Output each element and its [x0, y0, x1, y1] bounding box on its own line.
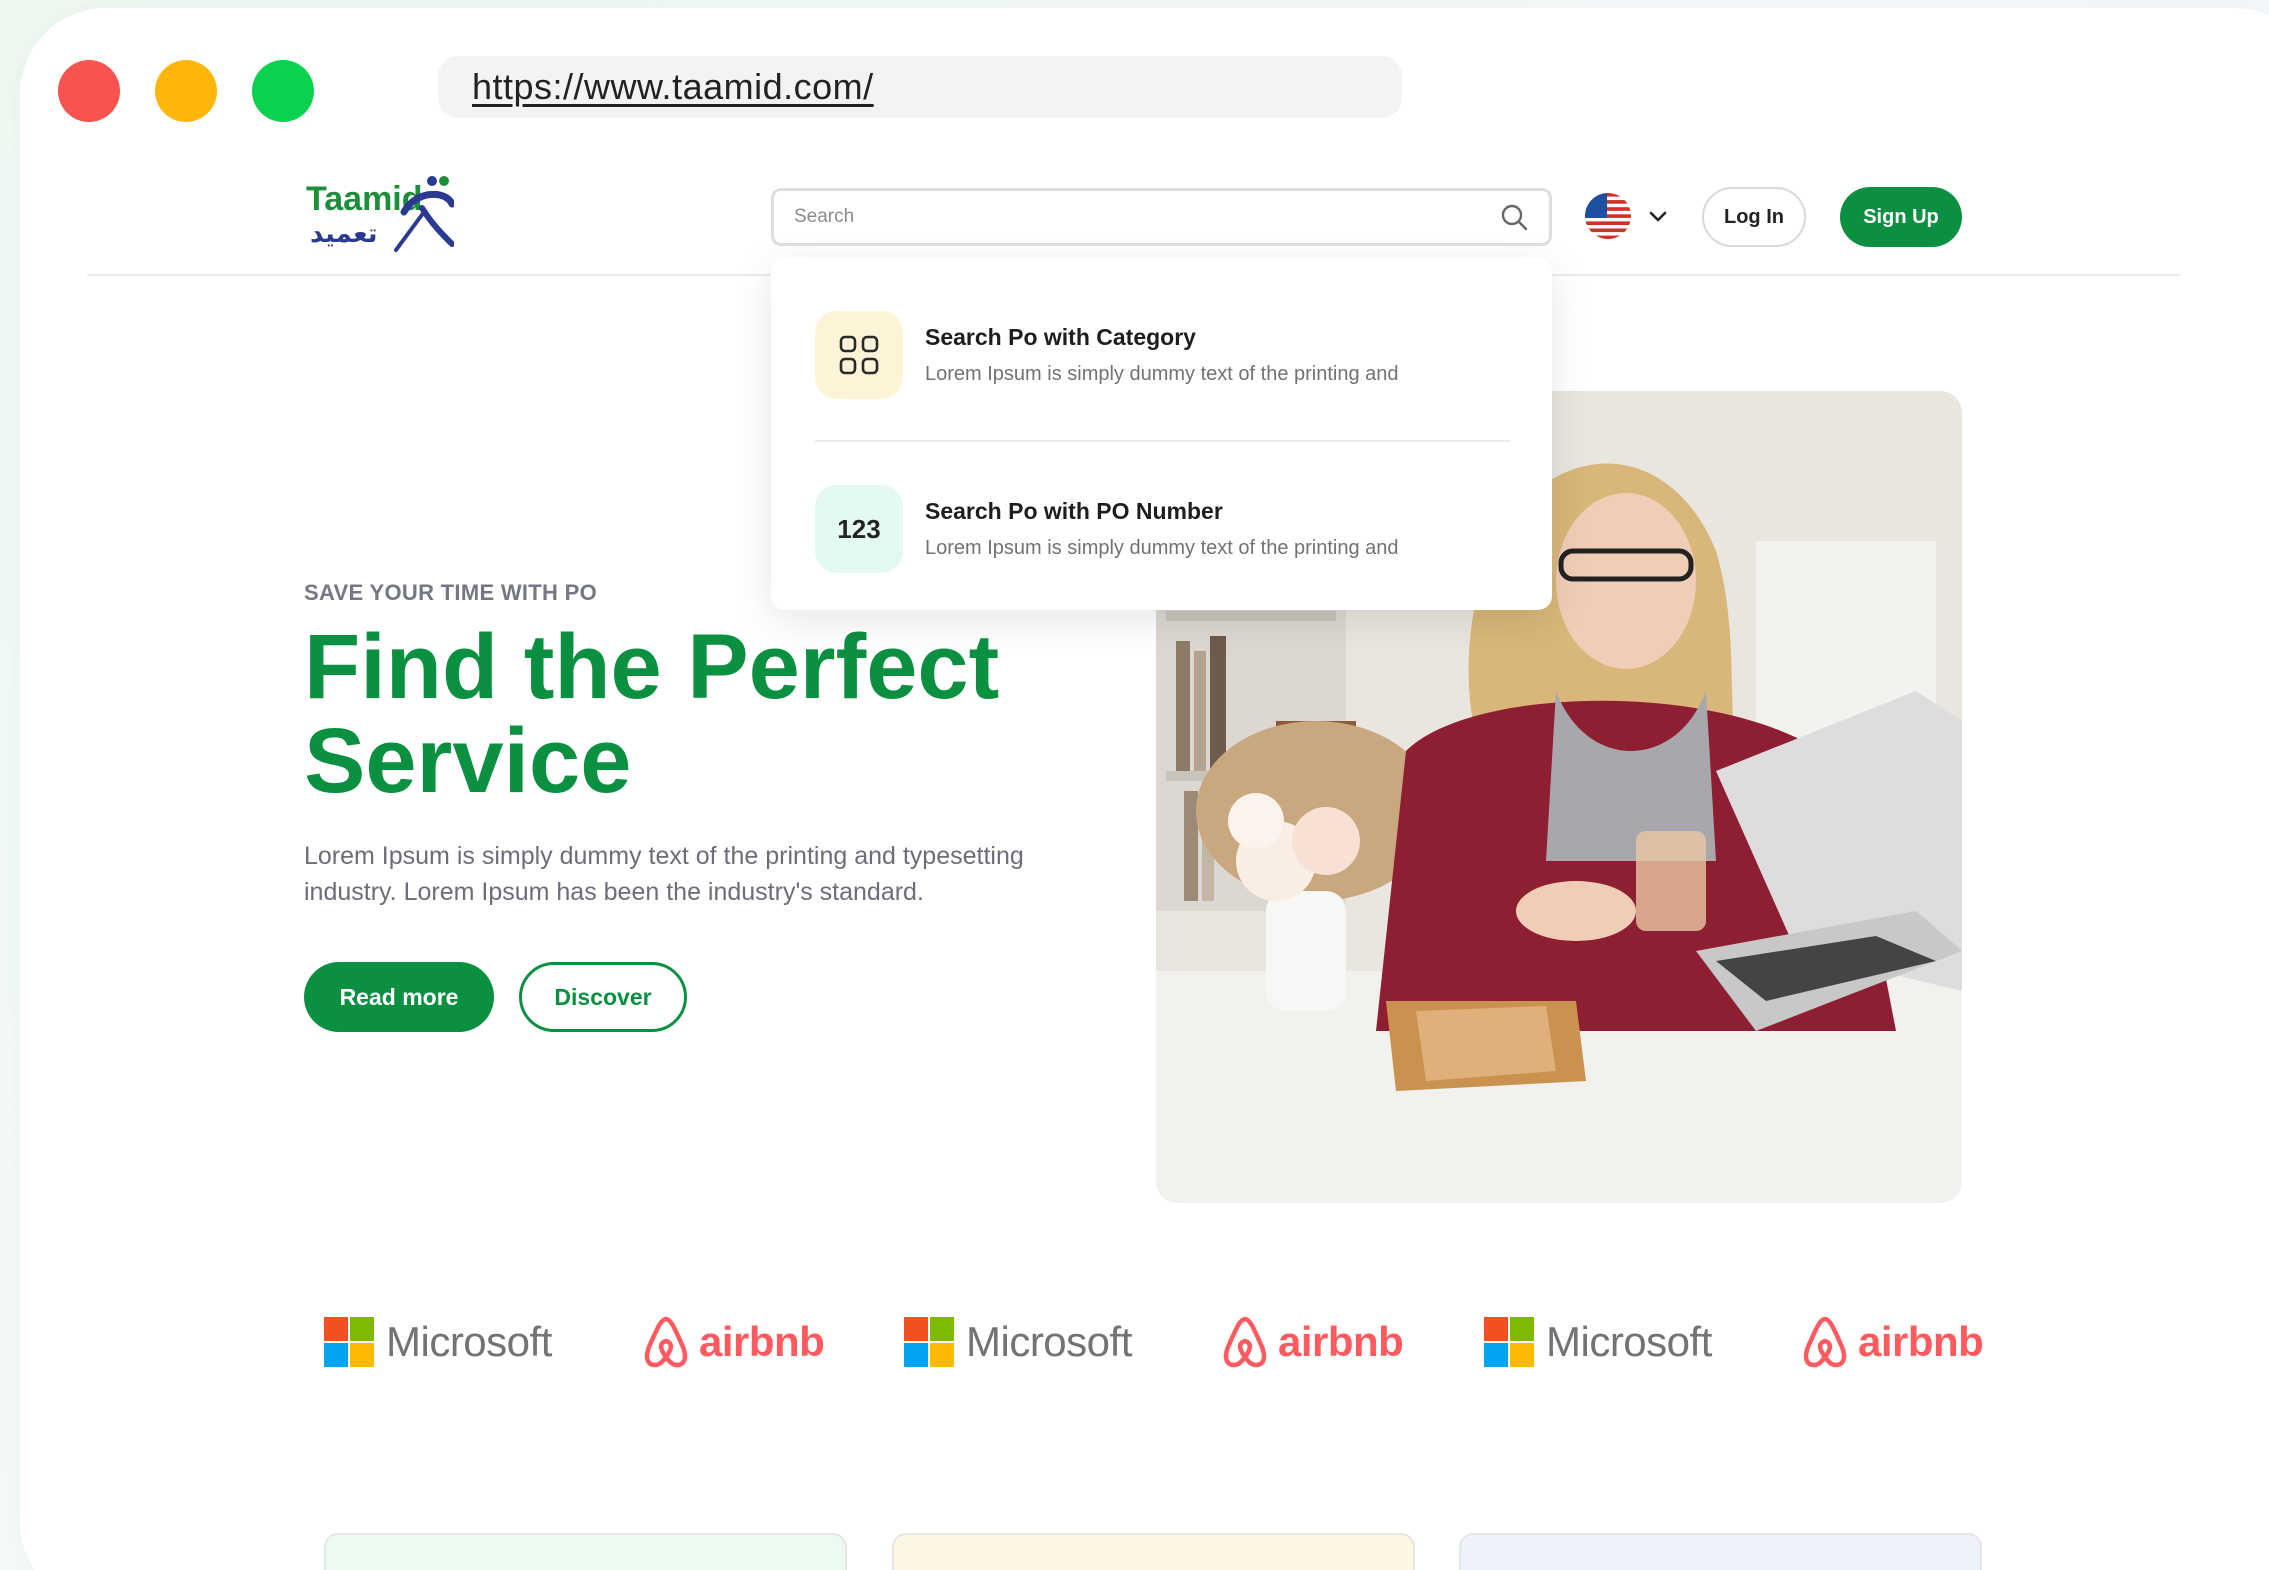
partner-logo-microsoft: Microsoft — [324, 1312, 552, 1372]
number-icon: 123 — [815, 485, 903, 573]
hero-title-line1: Find the Perfect — [304, 616, 1000, 718]
us-flag-icon[interactable] — [1585, 193, 1631, 239]
address-bar[interactable]: https://www.taamid.com/ — [438, 56, 1402, 118]
partner-name: airbnb — [699, 1318, 825, 1365]
feature-card[interactable] — [892, 1533, 1415, 1570]
signup-button[interactable]: Sign Up — [1840, 187, 1962, 247]
partner-name: airbnb — [1858, 1318, 1984, 1365]
partner-name: airbnb — [1278, 1318, 1404, 1365]
airbnb-icon — [1223, 1316, 1267, 1368]
hero-description: Lorem Ipsum is simply dummy text of the … — [304, 842, 1024, 906]
url-text: https://www.taamid.com/ — [472, 66, 874, 107]
partner-logo-airbnb: airbnb — [1800, 1312, 1984, 1372]
feature-card[interactable] — [1459, 1533, 1982, 1570]
minimize-window-dot[interactable] — [155, 60, 217, 122]
search-icon[interactable] — [1499, 202, 1529, 232]
microsoft-icon — [324, 1317, 374, 1367]
dropdown-item-po-number[interactable]: 123 Search Po with PO Number Lorem Ipsum… — [815, 484, 1515, 574]
partner-logo-airbnb: airbnb — [641, 1312, 825, 1372]
dropdown-item-category[interactable]: Search Po with Category Lorem Ipsum is s… — [815, 310, 1515, 400]
hero-title: Find the Perfect Service — [304, 620, 1104, 808]
dropdown-item-description: Lorem Ipsum is simply dummy text of the … — [925, 363, 1399, 385]
partner-logo-microsoft: Microsoft — [1484, 1312, 1712, 1372]
partner-logo-microsoft: Microsoft — [904, 1312, 1132, 1372]
logo-arabic-text: تعميد — [310, 219, 378, 249]
dropdown-item-title: Search Po with PO Number — [925, 498, 1223, 524]
hero-eyebrow: SAVE YOUR TIME WITH PO — [304, 580, 598, 605]
grid-icon — [815, 311, 903, 399]
dropdown-separator — [815, 440, 1510, 442]
maximize-window-dot[interactable] — [252, 60, 314, 122]
search-box[interactable] — [771, 188, 1552, 246]
partner-name: Microsoft — [386, 1318, 552, 1365]
partner-name: Microsoft — [1546, 1318, 1712, 1365]
read-more-button[interactable]: Read more — [304, 962, 494, 1032]
login-button[interactable]: Log In — [1702, 187, 1806, 247]
dropdown-item-description: Lorem Ipsum is simply dummy text of the … — [925, 537, 1399, 559]
dropdown-item-title: Search Po with Category — [925, 324, 1196, 350]
feature-card[interactable] — [324, 1533, 847, 1570]
microsoft-icon — [904, 1317, 954, 1367]
airbnb-icon — [644, 1316, 688, 1368]
close-window-dot[interactable] — [58, 60, 120, 122]
taamid-logo[interactable]: Taamid تعميد — [304, 172, 454, 252]
discover-button[interactable]: Discover — [519, 962, 687, 1032]
search-dropdown: Search Po with Category Lorem Ipsum is s… — [771, 258, 1552, 610]
airbnb-icon — [1803, 1316, 1847, 1368]
hero-title-line2: Service — [304, 710, 632, 812]
partner-logo-airbnb: airbnb — [1220, 1312, 1404, 1372]
microsoft-icon — [1484, 1317, 1534, 1367]
chevron-down-icon[interactable] — [1647, 205, 1669, 227]
partner-name: Microsoft — [966, 1318, 1132, 1365]
search-input[interactable] — [794, 206, 1499, 228]
